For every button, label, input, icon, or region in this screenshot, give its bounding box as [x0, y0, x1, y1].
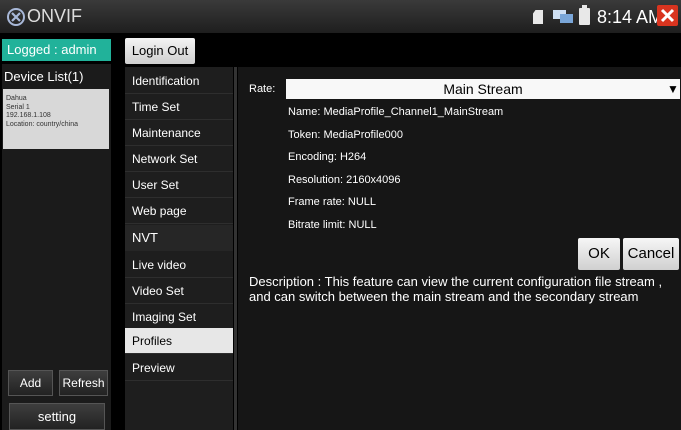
login-out-button[interactable]: Login Out — [125, 38, 195, 64]
device-list-title: Device List(1) — [4, 69, 84, 84]
setting-button[interactable]: setting — [9, 403, 105, 430]
cancel-button[interactable]: Cancel — [623, 238, 679, 270]
menu-item-live-video[interactable]: Live video — [125, 252, 233, 278]
device-location: Location: country/china — [6, 120, 78, 128]
rate-label: Rate: — [249, 83, 276, 95]
ok-button[interactable]: OK — [578, 238, 620, 270]
profile-frame-rate: Frame rate: NULL — [288, 196, 377, 208]
menu-section-nvt: NVT — [125, 225, 233, 251]
close-icon — [660, 8, 675, 23]
menu-item-imaging-set[interactable]: Imaging Set — [125, 304, 233, 330]
profile-encoding: Encoding: H264 — [288, 151, 367, 163]
app-title: ONVIF — [27, 6, 83, 26]
add-button[interactable]: Add — [8, 370, 53, 396]
clock: 8:14 AM — [597, 7, 664, 27]
menu-item-profiles[interactable]: Profiles — [125, 328, 233, 354]
device-card[interactable]: Dahua Serial 1 192.168.1.108 Location: c… — [3, 89, 109, 149]
close-button[interactable] — [657, 5, 678, 26]
divider — [234, 67, 237, 430]
network-icon — [553, 10, 573, 24]
menu-item-identification[interactable]: Identification — [125, 68, 233, 94]
menu-item-preview[interactable]: Preview — [125, 355, 233, 381]
menu-item-user-set[interactable]: User Set — [125, 172, 233, 198]
device-brand: Dahua — [6, 95, 27, 102]
refresh-button[interactable]: Refresh — [59, 370, 108, 396]
menu-item-maintenance[interactable]: Maintenance — [125, 120, 233, 146]
description-text: Description : This feature can view the … — [249, 274, 663, 304]
logged-in-badge: Logged : admin — [2, 39, 111, 61]
profile-resolution: Resolution: 2160x4096 — [288, 174, 401, 186]
onvif-x-icon — [6, 7, 26, 27]
menu-item-time-set[interactable]: Time Set — [125, 94, 233, 120]
device-ip: 192.168.1.108 — [6, 112, 51, 119]
menu-item-video-set[interactable]: Video Set — [125, 278, 233, 304]
profile-name: Name: MediaProfile_Channel1_MainStream — [288, 106, 504, 118]
sd-card-icon — [533, 10, 543, 24]
device-serial: Serial 1 — [6, 103, 30, 111]
menu-item-network-set[interactable]: Network Set — [125, 146, 233, 172]
profile-token: Token: MediaProfile000 — [288, 129, 403, 141]
rate-select[interactable]: Main Stream — [286, 79, 680, 99]
battery-icon — [579, 5, 590, 25]
profile-bitrate-limit: Bitrate limit: NULL — [288, 219, 377, 231]
dropdown-arrow-icon[interactable]: ▼ — [667, 82, 679, 96]
menu-item-web-page[interactable]: Web page — [125, 198, 233, 224]
